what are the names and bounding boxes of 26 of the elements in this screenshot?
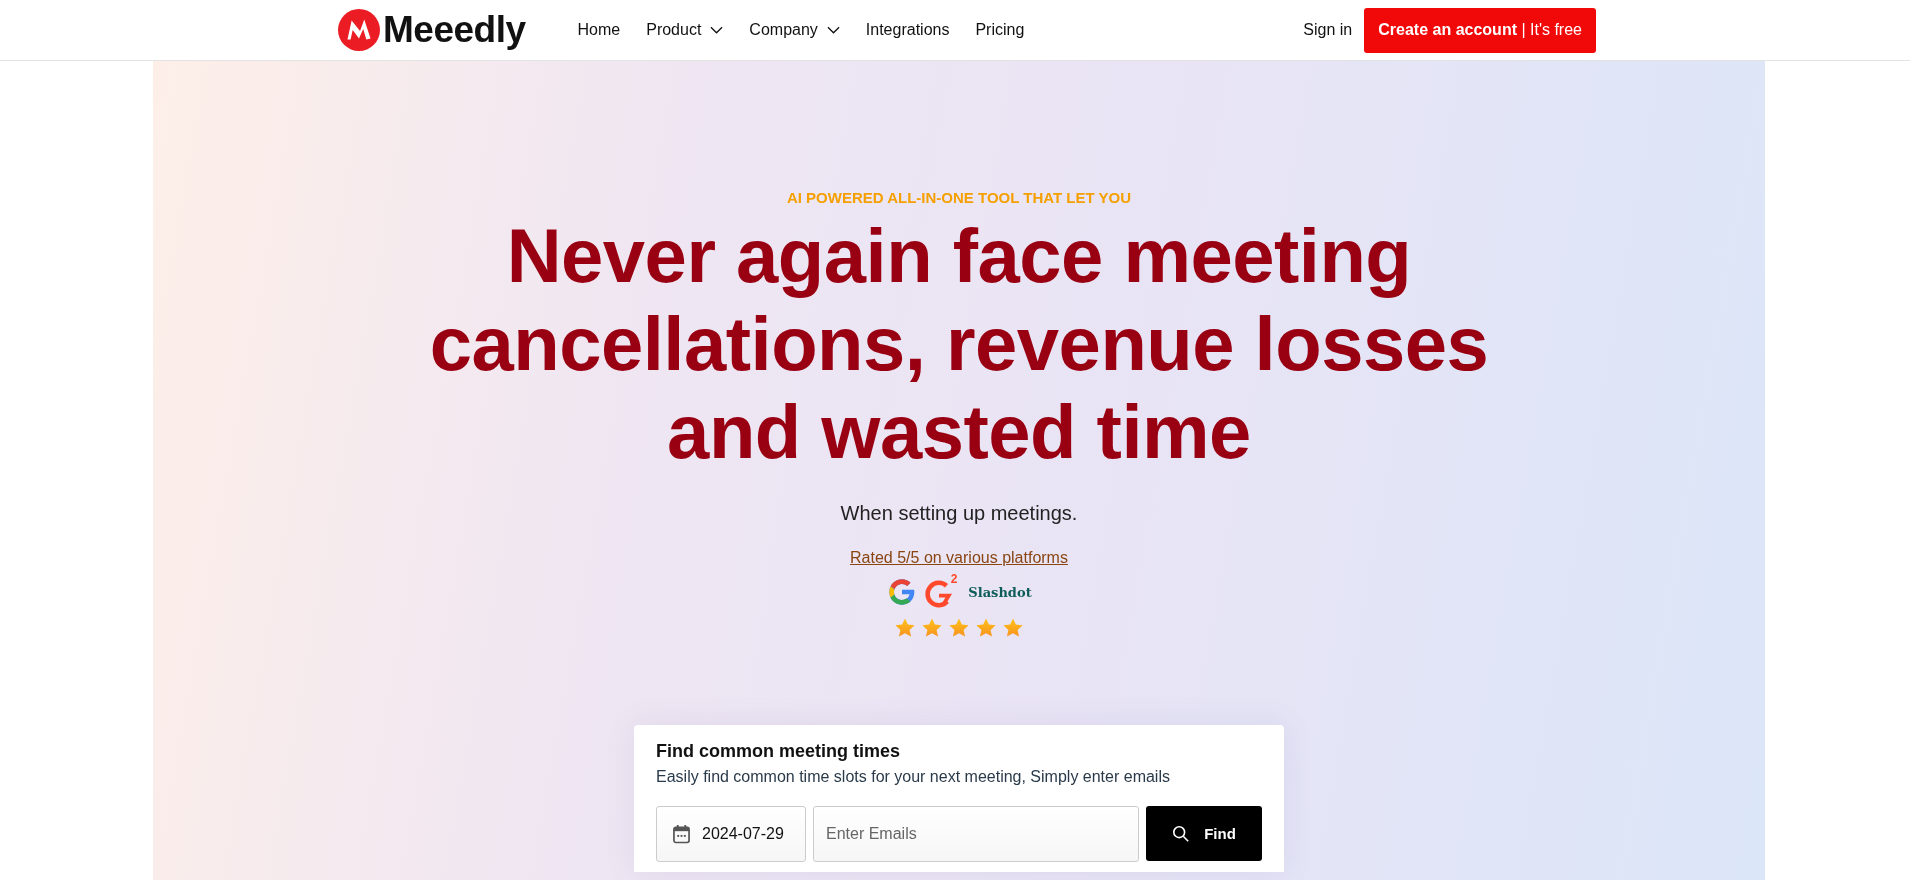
search-icon: [1172, 824, 1191, 843]
star-icon: [948, 617, 970, 639]
star-icon: [975, 617, 997, 639]
card-title: Find common meeting times: [656, 741, 902, 762]
nav-link[interactable]: Home: [577, 21, 621, 39]
nav-link[interactable]: Integrations: [865, 21, 950, 39]
star-icon: [1002, 617, 1024, 639]
headline: Never again face meeting cancellations, revenue losses and wasted time: [428, 212, 1490, 476]
rating-link[interactable]: Rated 5/5 on various platforms: [850, 549, 1068, 567]
nav-link[interactable]: Pricing: [975, 21, 1025, 39]
date-field[interactable]: 2024-07-29: [656, 806, 806, 862]
star-icon: [894, 617, 916, 639]
card-description: Easily find common time slots for your next meeting, Simply enter emails: [656, 768, 1171, 786]
find-button[interactable]: Find: [1146, 806, 1262, 861]
nav-link[interactable]: Company: [749, 21, 840, 39]
brand-logo[interactable]: Meeedly: [338, 9, 526, 51]
star-icon: [921, 617, 943, 639]
calendar-icon: [673, 824, 690, 844]
g2-logo: 2: [924, 575, 959, 609]
sign-in-link[interactable]: Sign in: [1303, 21, 1353, 39]
nav-link[interactable]: Product: [646, 21, 724, 39]
eyebrow-text: AI POWERED ALL-IN-ONE TOOL THAT LET YOU: [786, 189, 1132, 206]
create-account-button[interactable]: Create an account | It's free: [1364, 7, 1596, 53]
email-field[interactable]: Enter Emails: [813, 806, 1139, 862]
subtitle: When setting up meetings.: [840, 502, 1078, 525]
slashdot-logo: Slashdot: [968, 584, 1032, 600]
